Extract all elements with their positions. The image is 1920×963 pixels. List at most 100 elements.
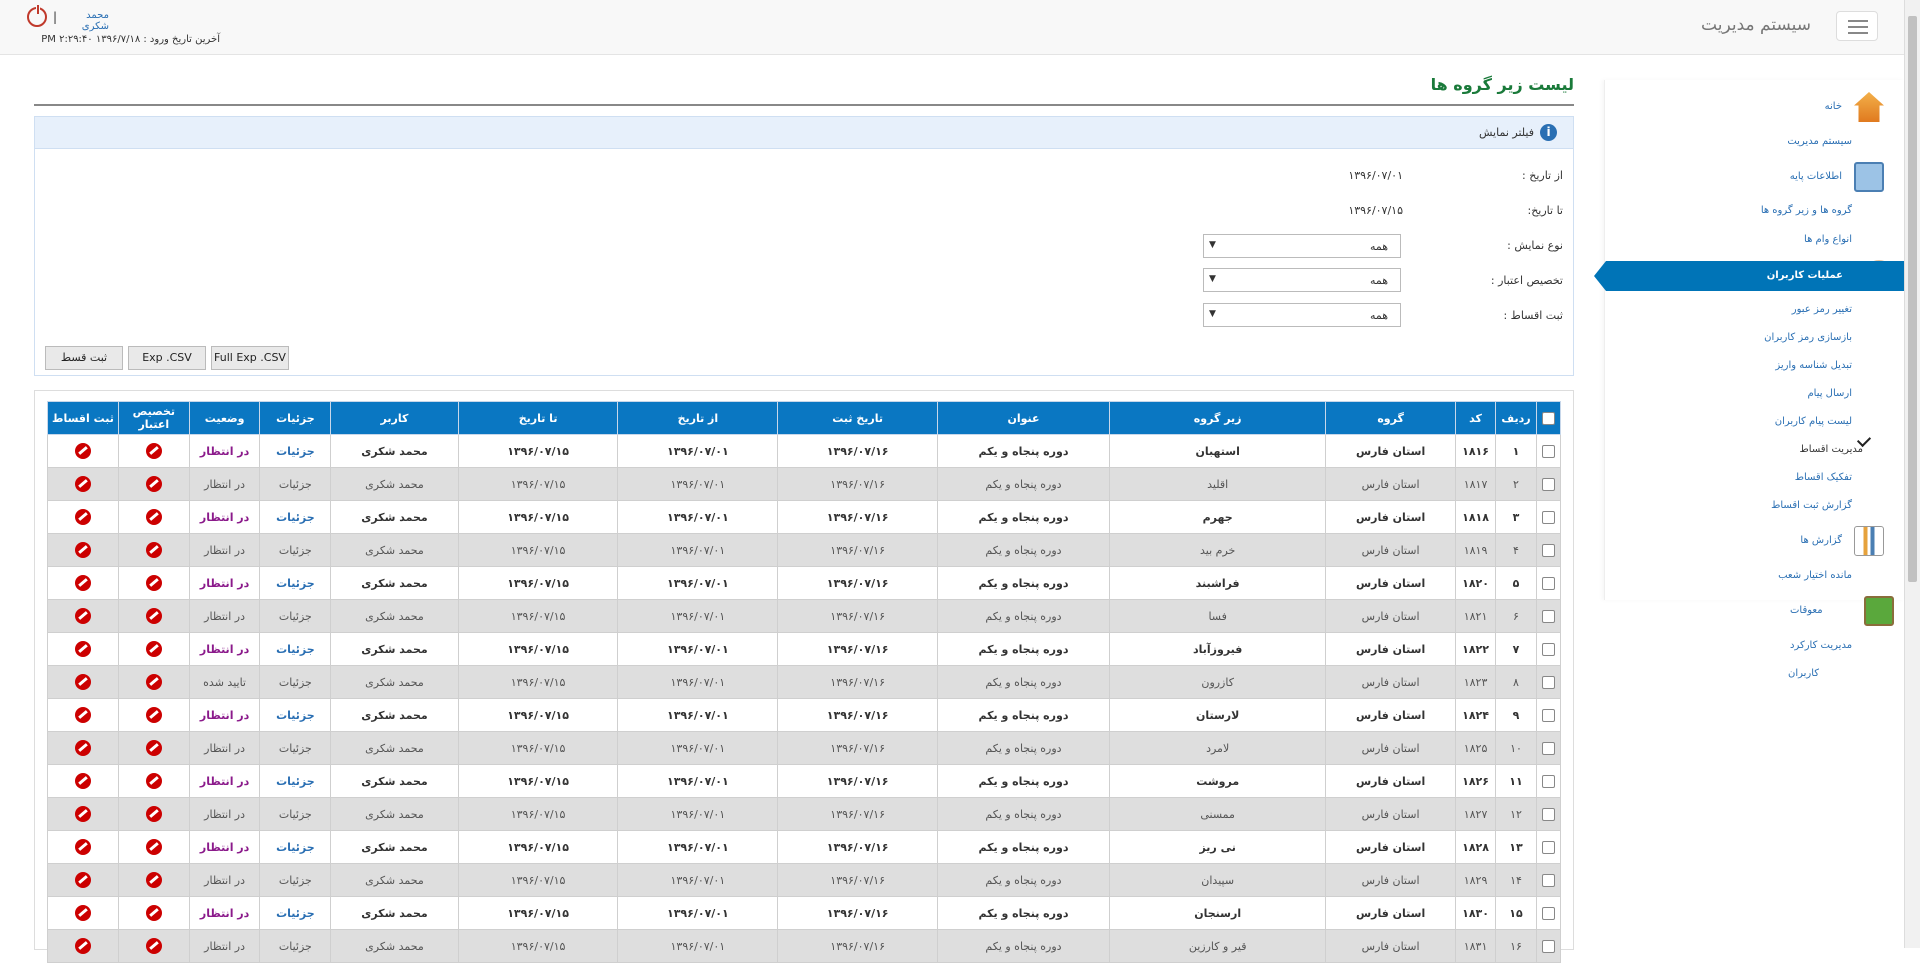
sidebar-item-users[interactable]: کاربران bbox=[1788, 668, 1819, 679]
full-export-csv-button[interactable]: Full Exp .CSV bbox=[211, 346, 289, 370]
row-checkbox-cell[interactable] bbox=[1535, 698, 1562, 732]
user-name-link[interactable]: محمد شکری bbox=[59, 10, 109, 32]
sidebar-item-system-admin[interactable]: سیستم مدیریت bbox=[1787, 136, 1852, 147]
col-group[interactable]: گروه bbox=[1325, 401, 1456, 435]
blocked-icon[interactable] bbox=[74, 872, 91, 888]
table-row[interactable]: ۱ ۱۸۱۶ استان فارس استهبان دوره پنجاه و یکم ۱۳… bbox=[47, 434, 1562, 468]
row-checkbox-cell[interactable] bbox=[1535, 665, 1562, 699]
install-cell[interactable] bbox=[47, 698, 119, 732]
row-checkbox-cell[interactable] bbox=[1535, 434, 1562, 468]
blocked-icon[interactable] bbox=[145, 443, 162, 459]
table-row[interactable]: ۱۴ ۱۸۲۹ استان فارس سپیدان دوره پنجاه و یکم ۱۳… bbox=[47, 863, 1562, 897]
table-row[interactable]: ۹ ۱۸۲۴ استان فارس لارستان دوره پنجاه و یکم ۱۳… bbox=[47, 698, 1562, 732]
blocked-icon[interactable] bbox=[145, 575, 162, 591]
row-checkbox[interactable] bbox=[1541, 609, 1555, 623]
row-checkbox[interactable] bbox=[1541, 807, 1555, 821]
details-link[interactable]: جزئیات bbox=[259, 797, 332, 831]
sidebar-item-convert-deposit[interactable]: تبدیل شناسه واریز bbox=[1775, 360, 1852, 371]
install-cell[interactable] bbox=[47, 566, 119, 600]
credit-select[interactable]: همه ▼ bbox=[1203, 268, 1401, 292]
col-row[interactable]: ردیف bbox=[1495, 401, 1537, 435]
sidebar-item-claims[interactable]: معوقات bbox=[1790, 605, 1823, 616]
credit-cell[interactable] bbox=[117, 797, 190, 831]
blocked-icon[interactable] bbox=[74, 839, 91, 855]
row-checkbox-cell[interactable] bbox=[1535, 764, 1562, 798]
sidebar-item-installment-report[interactable]: گزارش ثبت اقساط bbox=[1771, 500, 1852, 511]
sidebar-item-loan-types[interactable]: انواع وام ها bbox=[1804, 234, 1852, 245]
col-code[interactable]: کد bbox=[1454, 401, 1497, 435]
install-cell[interactable] bbox=[47, 500, 119, 534]
row-checkbox[interactable] bbox=[1541, 939, 1555, 953]
sidebar-item-reset-password[interactable]: بازسازی رمز کاربران bbox=[1764, 332, 1852, 343]
credit-cell[interactable] bbox=[117, 929, 190, 963]
install-cell[interactable] bbox=[47, 896, 119, 930]
details-link[interactable]: جزئیات bbox=[259, 533, 332, 567]
col-from-date[interactable]: از تاریخ bbox=[617, 401, 779, 435]
table-row[interactable]: ۱۱ ۱۸۲۶ استان فارس مروشت دوره پنجاه و یکم ۱۳۹… bbox=[47, 764, 1562, 798]
credit-cell[interactable] bbox=[117, 434, 190, 468]
blocked-icon[interactable] bbox=[74, 608, 91, 624]
sidebar-item-home[interactable]: خانه bbox=[1825, 101, 1842, 112]
to-date-value[interactable]: ۱۳۹۶/۰۷/۱۵ bbox=[1348, 204, 1403, 217]
col-title[interactable]: عنوان bbox=[937, 401, 1110, 435]
credit-cell[interactable] bbox=[117, 566, 190, 600]
blocked-icon[interactable] bbox=[74, 641, 91, 657]
sidebar-item-user-ops[interactable]: عملیات کاربران bbox=[1594, 261, 1904, 291]
col-details[interactable]: جزئیات bbox=[259, 401, 332, 435]
install-cell[interactable] bbox=[47, 797, 119, 831]
row-checkbox[interactable] bbox=[1541, 741, 1555, 755]
blocked-icon[interactable] bbox=[145, 509, 162, 525]
credit-cell[interactable] bbox=[117, 863, 190, 897]
col-install[interactable]: ثبت اقساط bbox=[47, 401, 119, 435]
row-checkbox[interactable] bbox=[1541, 840, 1555, 854]
row-checkbox-cell[interactable] bbox=[1535, 731, 1562, 765]
blocked-icon[interactable] bbox=[145, 608, 162, 624]
table-row[interactable]: ۴ ۱۸۱۹ استان فارس خرم بید دوره پنجاه و یکم ۱۳… bbox=[47, 533, 1562, 567]
blocked-icon[interactable] bbox=[74, 443, 91, 459]
credit-cell[interactable] bbox=[117, 731, 190, 765]
blocked-icon[interactable] bbox=[74, 806, 91, 822]
col-subgroup[interactable]: زیر گروه bbox=[1108, 401, 1327, 435]
credit-cell[interactable] bbox=[117, 599, 190, 633]
details-link[interactable]: جزئیات bbox=[259, 467, 332, 501]
details-link[interactable]: جزئیات bbox=[259, 566, 332, 600]
table-row[interactable]: ۷ ۱۸۲۲ استان فارس فیروزآباد دوره پنجاه و یکم… bbox=[47, 632, 1562, 666]
table-row[interactable]: ۱۵ ۱۸۳۰ استان فارس ارسنجان دوره پنجاه و یکم ۱… bbox=[47, 896, 1562, 930]
install-cell[interactable] bbox=[47, 467, 119, 501]
credit-cell[interactable] bbox=[117, 764, 190, 798]
row-checkbox[interactable] bbox=[1541, 510, 1555, 524]
blocked-icon[interactable] bbox=[145, 476, 162, 492]
details-link[interactable]: جزئیات bbox=[259, 863, 332, 897]
row-checkbox[interactable] bbox=[1541, 873, 1555, 887]
row-checkbox[interactable] bbox=[1541, 477, 1555, 491]
blocked-icon[interactable] bbox=[74, 674, 91, 690]
blocked-icon[interactable] bbox=[74, 542, 91, 558]
row-checkbox[interactable] bbox=[1541, 675, 1555, 689]
blocked-icon[interactable] bbox=[74, 938, 91, 954]
details-link[interactable]: جزئیات bbox=[259, 830, 332, 864]
row-checkbox-cell[interactable] bbox=[1535, 896, 1562, 930]
table-row[interactable]: ۲ ۱۸۱۷ استان فارس اقلید دوره پنجاه و یکم ۱۳۹۶… bbox=[47, 467, 1562, 501]
blocked-icon[interactable] bbox=[74, 575, 91, 591]
blocked-icon[interactable] bbox=[145, 641, 162, 657]
row-checkbox-cell[interactable] bbox=[1535, 830, 1562, 864]
select-all-checkbox[interactable] bbox=[1541, 411, 1555, 425]
details-link[interactable]: جزئیات bbox=[259, 434, 332, 468]
details-link[interactable]: جزئیات bbox=[259, 665, 332, 699]
row-checkbox[interactable] bbox=[1541, 576, 1555, 590]
table-row[interactable]: ۳ ۱۸۱۸ استان فارس جهرم دوره پنجاه و یکم ۱۳۹۶/… bbox=[47, 500, 1562, 534]
row-checkbox-cell[interactable] bbox=[1535, 500, 1562, 534]
blocked-icon[interactable] bbox=[145, 740, 162, 756]
row-checkbox[interactable] bbox=[1541, 708, 1555, 722]
export-csv-button[interactable]: Exp .CSV bbox=[128, 346, 206, 370]
install-cell[interactable] bbox=[47, 929, 119, 963]
row-checkbox[interactable] bbox=[1541, 444, 1555, 458]
page-scrollbar[interactable] bbox=[1904, 0, 1920, 948]
row-checkbox[interactable] bbox=[1541, 774, 1555, 788]
row-checkbox[interactable] bbox=[1541, 906, 1555, 920]
install-cell[interactable] bbox=[47, 665, 119, 699]
blocked-icon[interactable] bbox=[145, 806, 162, 822]
install-cell[interactable] bbox=[47, 764, 119, 798]
blocked-icon[interactable] bbox=[74, 773, 91, 789]
blocked-icon[interactable] bbox=[74, 509, 91, 525]
